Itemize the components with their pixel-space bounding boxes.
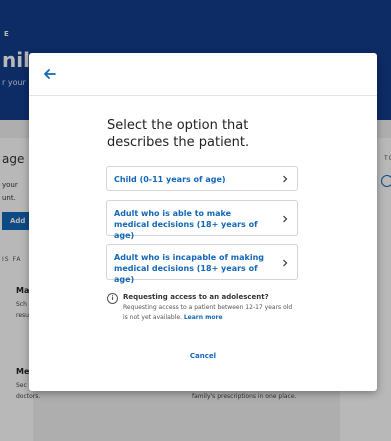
chevron-right-icon: [281, 175, 289, 183]
patient-type-dialog: Select the option that describes the pat…: [29, 53, 377, 391]
option-label: Adult who is able to make medical decisi…: [114, 209, 258, 240]
info-title: Requesting access to an adolescent?: [123, 293, 269, 301]
option-adult-capable[interactable]: Adult who is able to make medical decisi…: [106, 200, 298, 240]
chevron-right-icon: [281, 259, 289, 267]
arrow-left-icon: [41, 65, 59, 83]
back-button[interactable]: [41, 65, 59, 83]
option-label: Adult who is incapable of making medical…: [114, 253, 264, 284]
cancel-button[interactable]: Cancel: [181, 350, 225, 362]
chevron-right-icon: [281, 215, 289, 223]
dialog-header: [29, 53, 377, 96]
learn-more-link[interactable]: Learn more: [184, 314, 223, 321]
option-child[interactable]: Child (0-11 years of age): [106, 166, 298, 191]
info-icon: i: [107, 293, 118, 304]
option-label: Child (0-11 years of age): [114, 175, 226, 184]
info-body: Requesting access to a patient between 1…: [123, 303, 295, 323]
option-adult-incapable[interactable]: Adult who is incapable of making medical…: [106, 244, 298, 284]
dialog-prompt: Select the option that describes the pat…: [107, 118, 250, 150]
